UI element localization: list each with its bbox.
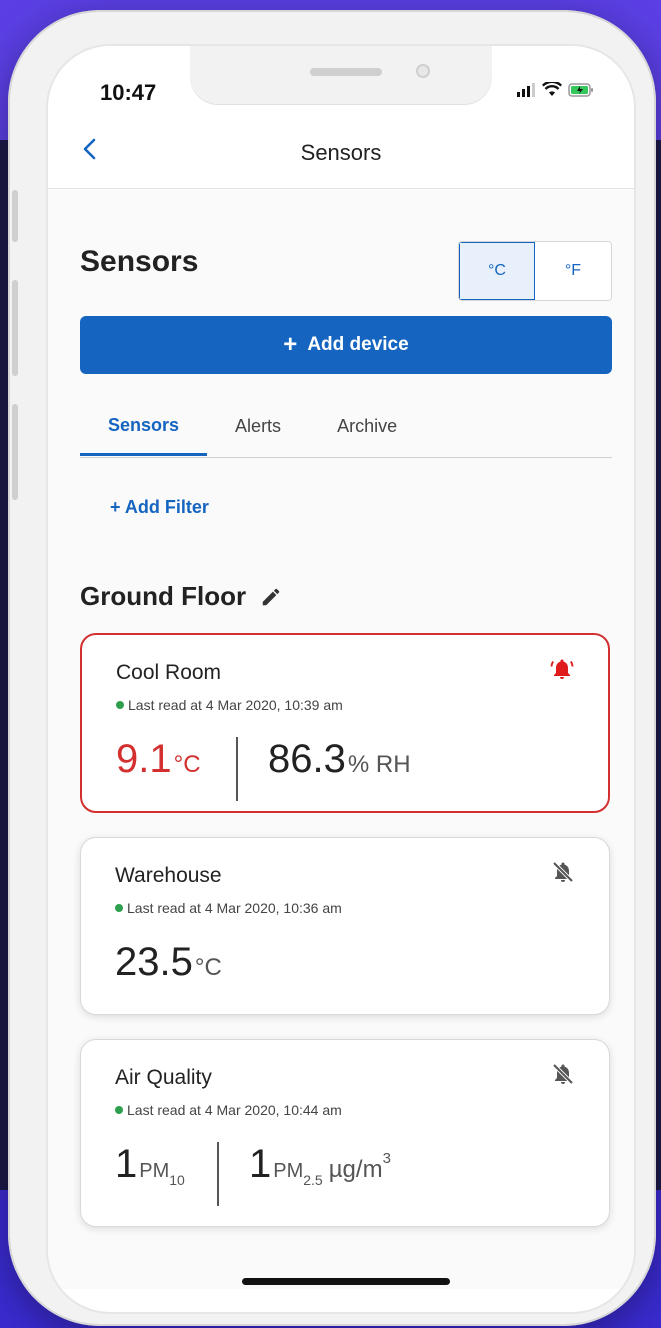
pm10-value: 1 xyxy=(115,1142,138,1186)
page-title: Sensors xyxy=(80,245,199,278)
sensor-name: Cool Room xyxy=(116,661,222,684)
tab-alerts[interactable]: Alerts xyxy=(207,409,309,443)
sensor-card-cool-room[interactable]: Cool Room Last read at 4 Mar 2020, 10:39… xyxy=(80,633,610,813)
temperature-unit: °C xyxy=(194,954,222,981)
camera xyxy=(416,64,430,78)
battery-icon xyxy=(568,82,593,97)
sensor-card-warehouse[interactable]: Warehouse Last read at 4 Mar 2020, 10:36… xyxy=(80,837,610,1015)
reading-divider xyxy=(236,737,238,801)
add-device-label: Add device xyxy=(307,334,409,355)
last-read-text: Last read at 4 Mar 2020, 10:36 am xyxy=(127,900,342,916)
side-button xyxy=(12,280,18,376)
humidity-reading: 86.3 % RH xyxy=(268,737,411,782)
side-button xyxy=(12,190,18,242)
temperature-value: 23.5 xyxy=(115,940,193,984)
plus-icon: + xyxy=(283,331,298,358)
add-filter-link[interactable]: + Add Filter xyxy=(110,497,209,518)
pm10-subscript: 10 xyxy=(169,1172,185,1188)
wifi-icon xyxy=(542,82,562,96)
status-time: 10:47 xyxy=(100,80,157,105)
phone-frame: 10:47 Sensors Sensors °C °F + Add device… xyxy=(8,10,656,1326)
signal-icon xyxy=(517,82,535,97)
side-button xyxy=(12,404,18,500)
celsius-button[interactable]: °C xyxy=(459,242,535,300)
last-read: Last read at 4 Mar 2020, 10:44 am xyxy=(115,1102,342,1118)
home-indicator xyxy=(242,1278,450,1285)
pm25-label: PM xyxy=(273,1160,304,1182)
temperature-reading: 23.5 °C xyxy=(115,940,222,985)
last-read: Last read at 4 Mar 2020, 10:36 am xyxy=(115,900,342,916)
online-dot xyxy=(115,904,123,912)
group-title-text: Ground Floor xyxy=(80,581,247,611)
last-read-text: Last read at 4 Mar 2020, 10:39 am xyxy=(128,697,343,713)
bell-off-icon[interactable] xyxy=(551,860,575,884)
pm25-subscript: 2.5 xyxy=(303,1172,323,1188)
fahrenheit-button[interactable]: °F xyxy=(535,242,611,300)
notch xyxy=(190,46,492,104)
group-title: Ground Floor xyxy=(80,581,282,612)
bell-off-icon[interactable] xyxy=(551,1062,575,1086)
add-device-button[interactable]: + Add device xyxy=(80,316,612,374)
status-icons xyxy=(516,82,594,97)
bell-ringing-icon[interactable] xyxy=(550,657,574,681)
tab-bar: Sensors Alerts Archive xyxy=(80,409,612,458)
pm10-label: PM xyxy=(139,1160,170,1182)
nav-title: Sensors xyxy=(300,140,382,165)
humidity-value: 86.3 xyxy=(268,737,346,781)
last-read-text: Last read at 4 Mar 2020, 10:44 am xyxy=(127,1102,342,1118)
pm25-value: 1 xyxy=(249,1142,272,1186)
screen: 10:47 Sensors Sensors °C °F + Add device… xyxy=(48,46,634,1312)
pencil-icon[interactable] xyxy=(260,586,282,608)
sensor-name: Air Quality xyxy=(115,1066,212,1089)
tab-archive[interactable]: Archive xyxy=(309,409,425,443)
density-unit: µg/m xyxy=(328,1156,383,1183)
temperature-reading: 9.1 °C xyxy=(116,737,201,782)
density-exponent: 3 xyxy=(382,1150,391,1167)
tab-sensors[interactable]: Sensors xyxy=(80,409,208,456)
temperature-unit: °C xyxy=(173,751,201,778)
pm10-reading: 1 PM 10 xyxy=(115,1142,185,1188)
pm25-reading: 1 PM 2.5 µg/m 3 xyxy=(249,1142,391,1188)
online-dot xyxy=(115,1106,123,1114)
speaker xyxy=(310,68,382,76)
last-read: Last read at 4 Mar 2020, 10:39 am xyxy=(116,697,343,713)
unit-toggle: °C °F xyxy=(458,241,612,301)
sensor-name: Warehouse xyxy=(115,864,222,887)
humidity-unit: % RH xyxy=(347,751,411,778)
main-content: Sensors °C °F + Add device Sensors Alert… xyxy=(48,189,634,1289)
temperature-value: 9.1 xyxy=(116,737,172,781)
sensor-card-air-quality[interactable]: Air Quality Last read at 4 Mar 2020, 10:… xyxy=(80,1039,610,1227)
online-dot xyxy=(116,701,124,709)
reading-divider xyxy=(217,1142,219,1206)
